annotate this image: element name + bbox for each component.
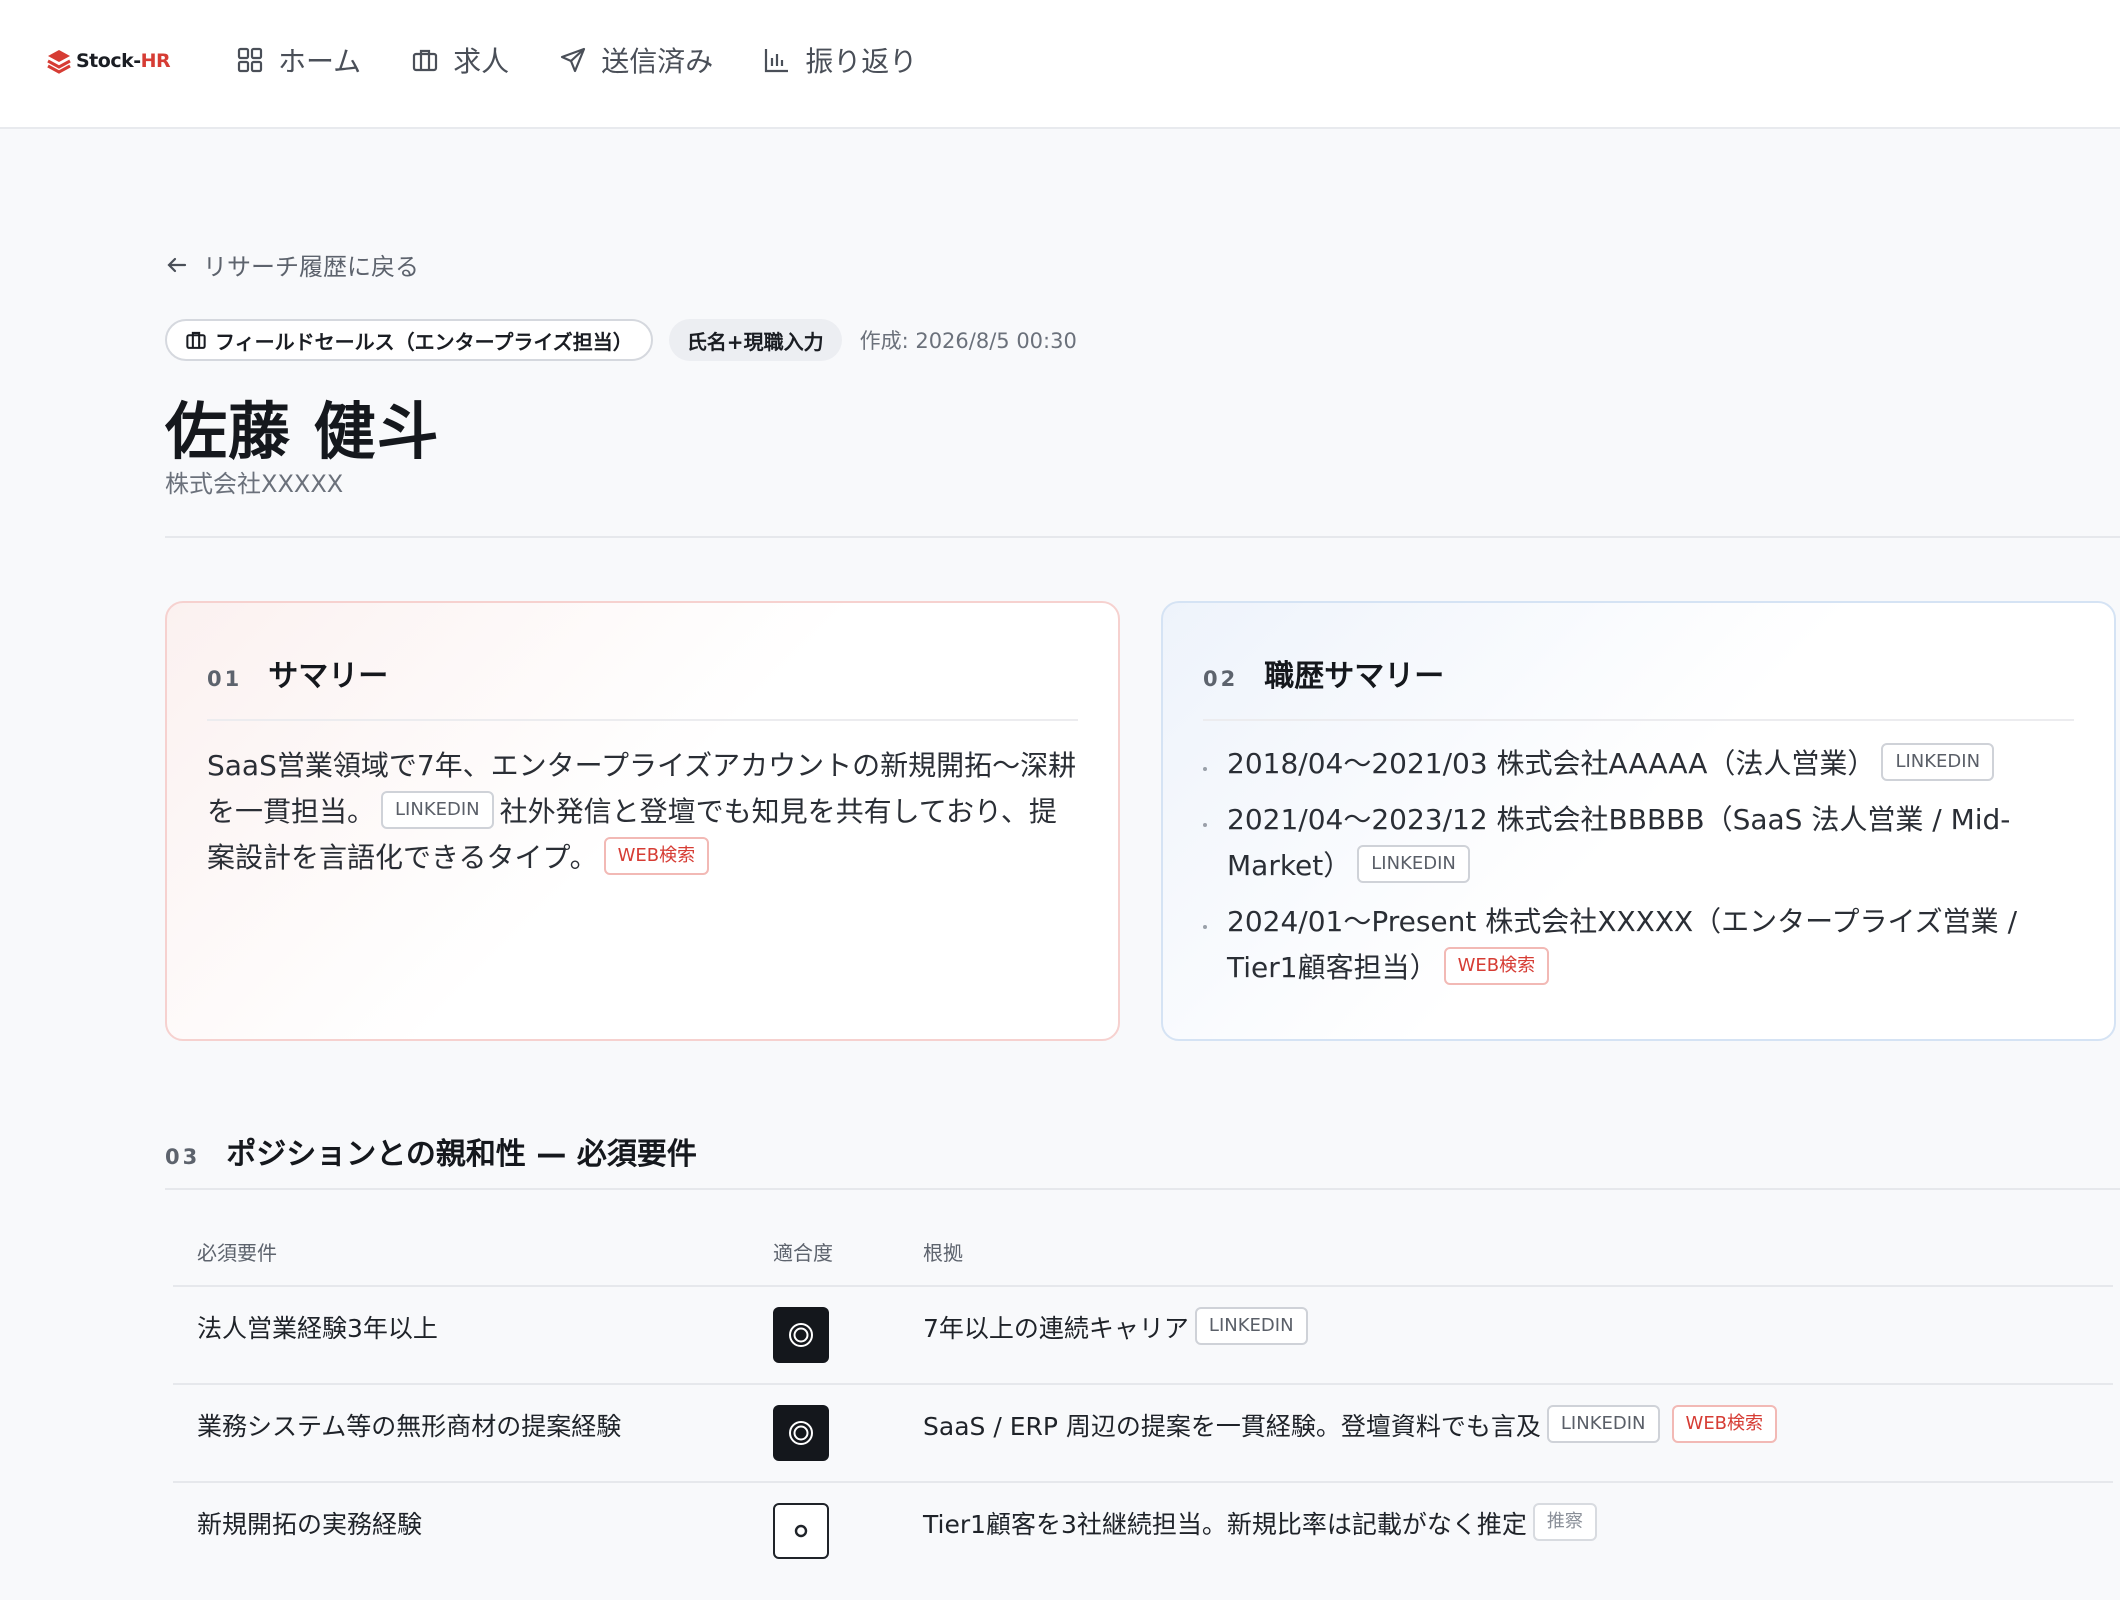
- briefcase-icon: [186, 331, 206, 349]
- main-nav: ホーム 求人 送信済み 振り返り: [236, 40, 917, 80]
- fit-badge: [773, 1405, 829, 1461]
- career-list: 2018/04〜2021/03 株式会社AAAAA（法人営業） LINKEDIN …: [1203, 741, 2074, 991]
- career-card-header: 02 職歴サマリー: [1203, 603, 2074, 721]
- fit-badge: [773, 1307, 829, 1363]
- summary-card: 01 サマリー SaaS営業領域で7年、エンタープライズアカウントの新規開拓〜深…: [165, 601, 1120, 1041]
- brand-logo[interactable]: Stock-HR: [46, 48, 171, 74]
- briefcase-icon: [413, 49, 438, 72]
- nav-sent[interactable]: 送信済み: [559, 40, 713, 80]
- table-header: 必須要件 適合度 根拠: [173, 1237, 2113, 1287]
- requirement-cell: 新規開拓の実務経験: [197, 1510, 423, 1539]
- source-tag-inferred: 推察: [1532, 1503, 1597, 1541]
- section-number: 01: [207, 667, 243, 691]
- fit-badge: [773, 1503, 829, 1559]
- nav-review-label: 振り返り: [805, 45, 918, 78]
- position-chip[interactable]: フィールドセールス（エンタープライズ担当）: [165, 319, 653, 361]
- nav-jobs[interactable]: 求人: [411, 40, 509, 80]
- source-tag-linkedin: LINKEDIN: [1881, 743, 1995, 781]
- requirements-title: ポジションとの親和性 — 必須要件: [226, 1137, 697, 1172]
- circle-icon: [794, 1524, 808, 1538]
- requirement-cell: 法人営業経験3年以上: [197, 1314, 438, 1343]
- requirements-table: 必須要件 適合度 根拠 法人営業経験3年以上 7年以上の連続キャリア LINKED…: [173, 1237, 2113, 1581]
- back-link[interactable]: リサーチ履歴に戻る: [165, 247, 419, 282]
- nav-sent-label: 送信済み: [601, 45, 714, 78]
- nav-home-label: ホーム: [278, 45, 362, 78]
- send-icon: [561, 47, 586, 73]
- summary-title: サマリー: [268, 659, 389, 694]
- career-title: 職歴サマリー: [1264, 659, 1445, 694]
- brand-name: Stock-HR: [76, 50, 171, 72]
- requirement-cell: 業務システム等の無形商材の提案経験: [197, 1412, 622, 1441]
- fit-cell: [773, 1503, 923, 1581]
- fit-cell: [773, 1307, 923, 1383]
- arrow-left-icon: [167, 257, 187, 272]
- input-type-label: 氏名+現職入力: [686, 329, 824, 354]
- basis-cell: 7年以上の連続キャリア LINKEDIN: [923, 1307, 2113, 1383]
- stack-logo-icon: [47, 50, 71, 74]
- source-tag-linkedin: LINKEDIN: [1194, 1307, 1308, 1345]
- created-timestamp: 作成: 2026/8/5 00:30: [859, 329, 1077, 353]
- double-circle-icon: [789, 1421, 813, 1445]
- source-tag-web: WEB検索: [1443, 947, 1550, 985]
- source-tag-linkedin: LINKEDIN: [1357, 845, 1470, 883]
- career-item: 2021/04〜2023/12 株式会社BBBBB（SaaS 法人営業 / Mi…: [1203, 797, 2074, 889]
- career-card: 02 職歴サマリー 2018/04〜2021/03 株式会社AAAAA（法人営業…: [1161, 601, 2116, 1041]
- top-navbar: Stock-HR ホーム 求人 送信済み 振り返り: [0, 0, 2120, 129]
- basis-cell: SaaS / ERP 周辺の提案を一貫経験。登壇資料でも言及 LINKEDIN WE…: [923, 1405, 2113, 1481]
- candidate-name: 佐藤 健斗: [165, 395, 440, 468]
- header-requirement: 必須要件: [197, 1241, 277, 1265]
- double-circle-icon: [789, 1323, 813, 1347]
- candidate-company: 株式会社XXXXX: [165, 470, 344, 498]
- meta-row: フィールドセールス（エンタープライズ担当） 氏名+現職入力 作成: 2026/8…: [165, 319, 1077, 361]
- source-tag-web: WEB検索: [1671, 1405, 1778, 1443]
- header-divider: [165, 536, 2120, 538]
- position-chip-label: フィールドセールス（エンタープライズ担当）: [215, 329, 633, 354]
- source-tag-web: WEB検索: [603, 837, 710, 875]
- requirements-header: 03 ポジションとの親和性 — 必須要件: [165, 1129, 697, 1173]
- fit-cell: [773, 1405, 923, 1481]
- table-row: 業務システム等の無形商材の提案経験 SaaS / ERP 周辺の提案を一貫経験。…: [173, 1385, 2113, 1483]
- nav-review[interactable]: 振り返り: [763, 40, 917, 80]
- nav-jobs-label: 求人: [453, 45, 510, 78]
- requirements-divider: [165, 1188, 2120, 1190]
- summary-card-header: 01 サマリー: [207, 603, 1078, 721]
- table-row: 新規開拓の実務経験 Tier1顧客を3社継続担当。新規比率は記載がなく推定 推察: [173, 1483, 2113, 1581]
- input-type-chip: 氏名+現職入力: [668, 319, 842, 361]
- header-fit: 適合度: [773, 1241, 833, 1265]
- grid-icon: [237, 47, 263, 73]
- summary-text: SaaS営業領域で7年、エンタープライズアカウントの新規開拓〜深耕を一貫担当。 L…: [207, 743, 1078, 881]
- header-basis: 根拠: [923, 1241, 963, 1265]
- section-number: 03: [165, 1145, 201, 1169]
- back-label: リサーチ履歴に戻る: [203, 253, 419, 281]
- section-number: 02: [1203, 667, 1239, 691]
- nav-home[interactable]: ホーム: [236, 40, 361, 80]
- source-tag-linkedin: LINKEDIN: [381, 791, 494, 829]
- table-row: 法人営業経験3年以上 7年以上の連続キャリア LINKEDIN: [173, 1287, 2113, 1385]
- source-tag-linkedin: LINKEDIN: [1546, 1405, 1660, 1443]
- career-item: 2018/04〜2021/03 株式会社AAAAA（法人営業） LINKEDIN: [1203, 741, 2074, 787]
- bar-chart-icon: [765, 49, 789, 73]
- basis-cell: Tier1顧客を3社継続担当。新規比率は記載がなく推定 推察: [923, 1503, 2113, 1581]
- career-item: 2024/01〜Present 株式会社XXXXX（エンタープライズ営業 / T…: [1203, 899, 2074, 991]
